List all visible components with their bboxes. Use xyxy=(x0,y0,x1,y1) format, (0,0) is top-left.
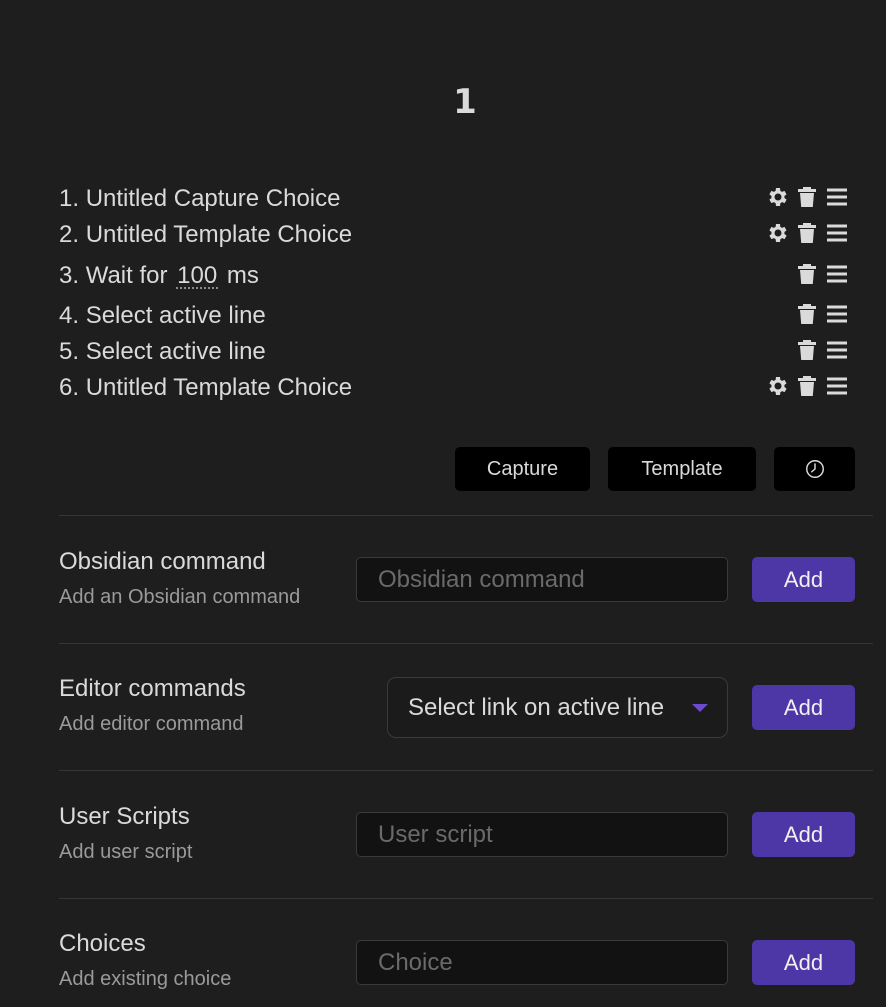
command-label: 5. Select active line xyxy=(59,338,266,365)
command-label: 2. Untitled Template Choice xyxy=(59,221,353,248)
gear-icon[interactable] xyxy=(765,185,789,209)
wait-duration-input[interactable]: 100 xyxy=(176,264,219,289)
choice-input[interactable] xyxy=(356,940,728,985)
divider xyxy=(59,898,873,899)
obsidian-command-input[interactable] xyxy=(356,557,728,602)
command-row[interactable]: 4. Select active line xyxy=(59,298,849,330)
divider xyxy=(59,515,873,516)
command-label: 3. Wait for 100 ms xyxy=(59,262,259,289)
trash-icon[interactable] xyxy=(795,262,819,286)
drag-handle-icon[interactable] xyxy=(825,338,849,362)
trash-icon[interactable] xyxy=(795,338,819,362)
command-row[interactable]: 3. Wait for 100 ms xyxy=(59,258,849,290)
drag-handle-icon[interactable] xyxy=(825,221,849,245)
setting-desc-editor-commands: Add editor command xyxy=(59,713,244,735)
command-row[interactable]: 6. Untitled Template Choice xyxy=(59,370,849,402)
add-capture-button[interactable]: Capture xyxy=(455,447,590,491)
setting-name-editor-commands: Editor commands xyxy=(59,675,246,702)
add-wait-button[interactable] xyxy=(774,447,855,491)
add-template-button[interactable]: Template xyxy=(608,447,756,491)
divider xyxy=(59,770,873,771)
dropdown-selected-value: Select link on active line xyxy=(408,693,665,721)
trash-icon[interactable] xyxy=(795,374,819,398)
editor-command-dropdown[interactable]: Select link on active line xyxy=(387,677,728,738)
chevron-down-icon xyxy=(692,704,708,712)
setting-desc-user-scripts: Add user script xyxy=(59,841,193,863)
command-row[interactable]: 1. Untitled Capture Choice xyxy=(59,181,849,213)
drag-handle-icon[interactable] xyxy=(825,374,849,398)
drag-handle-icon[interactable] xyxy=(825,262,849,286)
drag-handle-icon[interactable] xyxy=(825,302,849,326)
add-user-script-button[interactable]: Add xyxy=(752,812,855,857)
add-obsidian-command-button[interactable]: Add xyxy=(752,557,855,602)
user-script-input[interactable] xyxy=(356,812,728,857)
command-row[interactable]: 2. Untitled Template Choice xyxy=(59,217,849,249)
command-label: 1. Untitled Capture Choice xyxy=(59,185,341,212)
add-choice-button[interactable]: Add xyxy=(752,940,855,985)
trash-icon[interactable] xyxy=(795,185,819,209)
setting-desc-obsidian-command: Add an Obsidian command xyxy=(59,586,301,608)
setting-name-user-scripts: User Scripts xyxy=(59,803,190,830)
trash-icon[interactable] xyxy=(795,302,819,326)
gear-icon[interactable] xyxy=(765,374,789,398)
drag-handle-icon[interactable] xyxy=(825,185,849,209)
command-label: 6. Untitled Template Choice xyxy=(59,374,353,401)
setting-name-obsidian-command: Obsidian command xyxy=(59,548,266,575)
setting-desc-choices: Add existing choice xyxy=(59,968,232,990)
command-row[interactable]: 5. Select active line xyxy=(59,334,849,366)
gear-icon[interactable] xyxy=(765,221,789,245)
command-label: 4. Select active line xyxy=(59,302,266,329)
setting-name-choices: Choices xyxy=(59,930,146,957)
macro-title: 1 xyxy=(453,82,477,122)
add-editor-command-button[interactable]: Add xyxy=(752,685,855,730)
divider xyxy=(59,643,873,644)
clock-icon xyxy=(804,458,826,480)
trash-icon[interactable] xyxy=(795,221,819,245)
